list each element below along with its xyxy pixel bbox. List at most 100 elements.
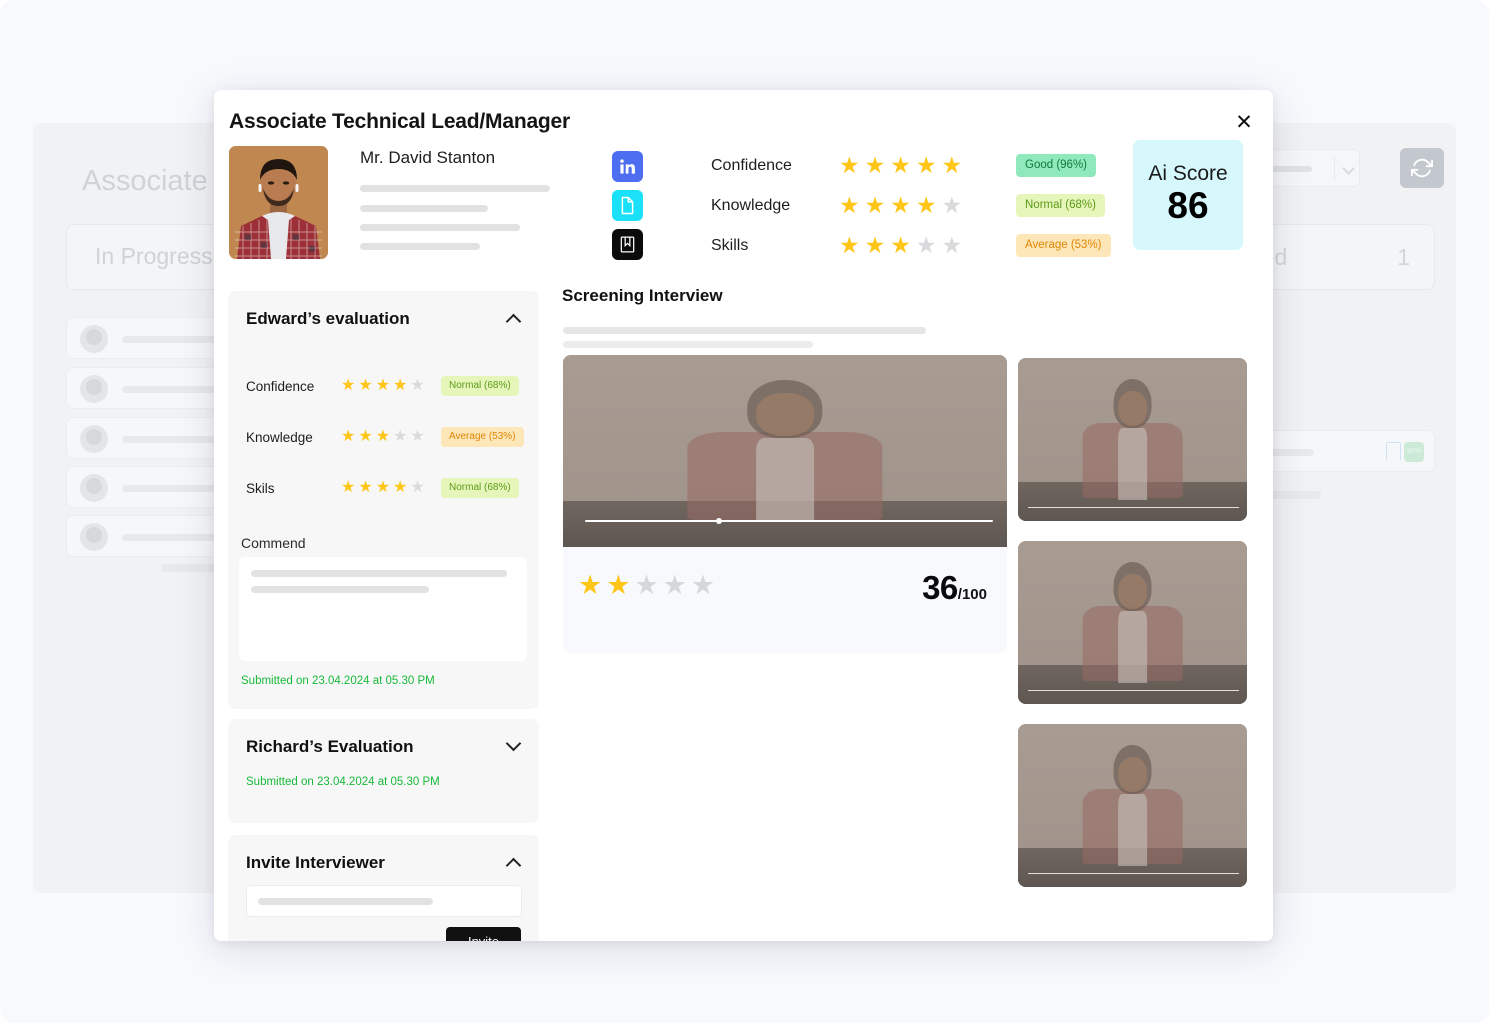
avatar [80, 375, 108, 403]
skeleton-line [1271, 491, 1321, 499]
star-icon: ★ [915, 192, 937, 218]
star-icon[interactable]: ★ [578, 572, 602, 599]
commend-textarea[interactable] [239, 557, 527, 661]
star-rating: ★ ★ ★ ★ ★ [341, 480, 441, 496]
panel-header[interactable]: Richard’s Evaluation [228, 719, 539, 775]
chevron-down-icon[interactable] [505, 735, 522, 752]
skeleton-line [360, 205, 488, 212]
star-icon[interactable]: ★ [606, 572, 630, 599]
evaluation-label: Skils [246, 480, 275, 496]
star-icon: ★ [358, 428, 373, 445]
video-overlay [1018, 358, 1247, 521]
ai-rating-label: Skills [711, 236, 749, 254]
background-column-label: In Progress [95, 243, 213, 269]
panel-title: Invite Interviewer [246, 853, 385, 872]
star-icon: ★ [839, 192, 860, 218]
interview-thumbnail[interactable] [1018, 724, 1247, 887]
ai-ratings-list: Confidence ★ ★ ★ ★ ★ Good (96%) Knowledg… [711, 146, 1114, 266]
skeleton-line [258, 898, 433, 905]
star-icon: ★ [410, 428, 425, 445]
star-icon: ★ [941, 192, 963, 218]
video-star-rating[interactable]: ★ ★ ★ ★ ★ [578, 572, 715, 599]
badge-container: Good (96%) [1016, 154, 1114, 177]
star-icon: ★ [393, 479, 408, 496]
ai-rating-row: Knowledge ★ ★ ★ ★ ★ Normal (68%) [711, 186, 1114, 225]
ai-score-label: Ai Score [1148, 162, 1228, 186]
video-frame [1018, 724, 1247, 887]
interview-thumbnail[interactable] [1018, 541, 1247, 704]
video-frame [1018, 358, 1247, 521]
refresh-button[interactable] [1400, 148, 1444, 188]
star-rating: ★ ★ ★ ★ ★ [341, 429, 441, 445]
invite-email-input[interactable] [246, 885, 522, 917]
document-icon[interactable] [612, 190, 643, 221]
star-icon: ★ [890, 232, 911, 258]
star-rating: ★ ★ ★ ★ ★ [839, 234, 988, 257]
evaluation-row: Skils ★ ★ ★ ★ ★ Normal (68%) [228, 475, 539, 501]
star-icon[interactable]: ★ [691, 572, 715, 599]
star-icon[interactable]: ★ [634, 572, 658, 599]
star-icon[interactable]: ★ [663, 572, 687, 599]
video-progress-bar[interactable] [585, 518, 993, 524]
star-rating: ★ ★ ★ ★ ★ [839, 194, 988, 217]
divider [1334, 157, 1335, 181]
star-rating: ★ ★ ★ ★ ★ [839, 154, 988, 177]
badge-container: Normal (68%) [1016, 194, 1114, 217]
skeleton-line [360, 224, 520, 231]
avatar [80, 523, 108, 551]
panel-title: Edward’s evaluation [246, 309, 410, 328]
video-progress-bar[interactable] [1028, 506, 1239, 508]
linkedin-icon[interactable] [612, 151, 643, 182]
star-rating: ★ ★ ★ ★ ★ [341, 378, 441, 394]
ai-rating-row: Skills ★ ★ ★ ★ ★ Average (53%) [711, 226, 1114, 265]
video-score-denominator: /100 [957, 586, 987, 603]
star-icon: ★ [358, 479, 373, 496]
invite-interviewer-panel: Invite Interviewer Invite [228, 835, 539, 941]
video-overlay [1018, 541, 1247, 704]
ai-score-value: 86 [1167, 185, 1209, 227]
avatar [80, 325, 108, 353]
star-icon: ★ [890, 152, 911, 178]
submitted-timestamp: Submitted on 23.04.2024 at 05.30 PM [241, 675, 435, 687]
bookmark-icon[interactable] [612, 229, 643, 260]
star-icon: ★ [864, 192, 886, 218]
chevron-up-icon[interactable] [505, 313, 522, 330]
star-icon: ★ [375, 428, 391, 445]
interview-video-player[interactable] [563, 355, 1007, 547]
star-icon: ★ [941, 232, 963, 258]
linkedin-glyph [620, 159, 635, 174]
chevron-up-icon[interactable] [505, 857, 522, 874]
status-badge: Good (96%) [1016, 154, 1097, 177]
panel-header[interactable]: Edward’s evaluation [228, 291, 539, 347]
star-icon: ★ [341, 377, 356, 394]
evaluation-label: Confidence [246, 378, 315, 394]
evaluation-row: Confidence ★ ★ ★ ★ ★ Normal (68%) [228, 373, 539, 399]
avatar [80, 425, 108, 453]
status-badge: Average (53%) [1016, 234, 1111, 257]
panel-title: Richard’s Evaluation [246, 737, 414, 756]
bookmark-icon [1386, 442, 1401, 469]
video-frame [563, 355, 1007, 547]
video-progress-handle[interactable] [715, 518, 722, 524]
video-progress-bar[interactable] [1028, 689, 1239, 691]
screening-interview-title: Screening Interview [562, 286, 723, 305]
video-progress-bar[interactable] [1028, 872, 1239, 874]
skeleton-line [360, 243, 480, 250]
star-icon: ★ [341, 479, 356, 496]
star-icon: ★ [410, 479, 425, 496]
skeleton-line [251, 586, 429, 593]
star-icon: ★ [393, 377, 408, 394]
invite-button[interactable]: Invite [446, 927, 521, 941]
ai-score-card: Ai Score 86 [1133, 140, 1243, 250]
ai-rating-label: Knowledge [711, 196, 791, 214]
status-badge: Average (53%) [441, 427, 524, 447]
skeleton-line [360, 185, 550, 192]
page-title: Associate Technical Lead/Manager [229, 110, 571, 133]
panel-header[interactable]: Invite Interviewer [228, 835, 539, 891]
interview-thumbnail[interactable] [1018, 358, 1247, 521]
close-icon[interactable]: ✕ [1230, 108, 1258, 136]
ai-rating-label: Confidence [711, 156, 792, 174]
commend-label: Commend [241, 535, 306, 551]
star-icon: ★ [941, 152, 963, 178]
video-frame [1018, 541, 1247, 704]
